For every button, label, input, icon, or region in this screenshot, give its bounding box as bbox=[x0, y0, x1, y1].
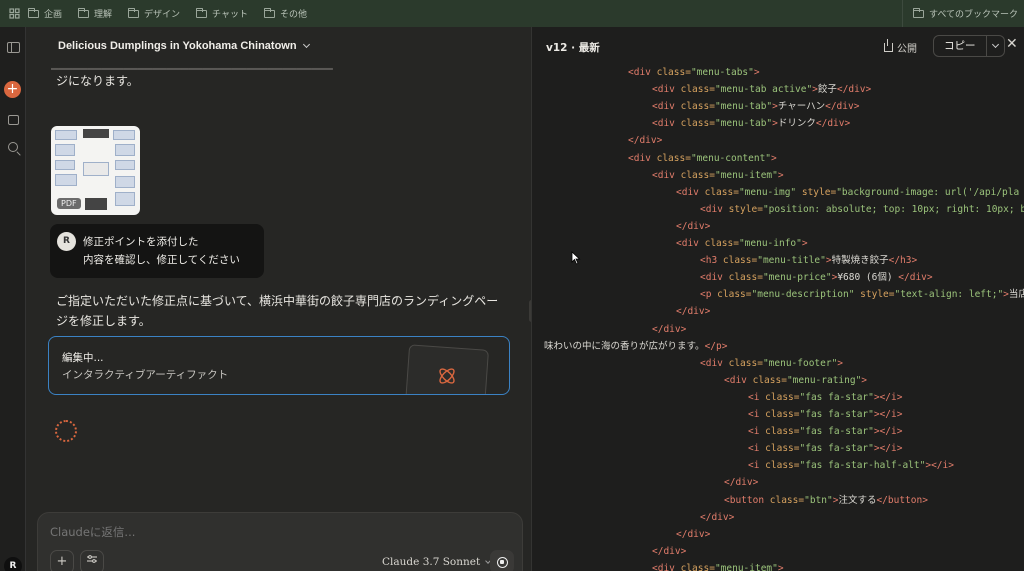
chat-title: Delicious Dumplings in Yokohama Chinatow… bbox=[58, 40, 297, 52]
bookmark-folder[interactable]: その他 bbox=[263, 7, 307, 20]
bookmark-label: チャット bbox=[212, 10, 248, 20]
folder-icon bbox=[78, 7, 90, 18]
assistant-message-line: ジを修正します。 bbox=[56, 314, 151, 328]
pdf-attachment-thumbnail[interactable]: PDF bbox=[51, 126, 140, 215]
code-line: <i class="fas fa-star-half-alt"></i> bbox=[748, 460, 954, 472]
sidebar-toggle-icon[interactable] bbox=[6, 40, 20, 54]
folder-icon bbox=[28, 7, 39, 18]
assistant-message-line: ご指定いただいた修正点に基づいて、横浜中華街の餃子専門店のランディングペー bbox=[56, 294, 499, 308]
tools-settings-button[interactable] bbox=[80, 550, 104, 571]
chevron-down-icon bbox=[302, 40, 310, 49]
code-line: <p class="menu-description" style="text-… bbox=[700, 289, 1024, 301]
user-avatar[interactable]: R bbox=[4, 557, 22, 571]
message-composer: + Claude 3.7 Sonnet bbox=[37, 512, 523, 571]
artifact-type: インタラクティブアーティファクト bbox=[62, 369, 229, 381]
artifact-status: 編集中... bbox=[62, 352, 104, 364]
code-line: <div class="menu-footer"> bbox=[700, 357, 844, 369]
mouse-cursor-icon bbox=[571, 251, 581, 265]
code-line: </div> bbox=[676, 220, 711, 232]
chat-title-menu[interactable]: Delicious Dumplings in Yokohama Chinatow… bbox=[58, 40, 310, 52]
previous-message-tail: ジになります。 bbox=[56, 74, 139, 88]
code-line: <i class="fas fa-star"></i> bbox=[748, 443, 903, 455]
code-line: <div class="menu-img" style="background-… bbox=[676, 186, 1020, 198]
code-line: </div> bbox=[628, 135, 663, 147]
code-line: <div class="menu-tabs"> bbox=[628, 67, 760, 78]
code-line: <i class="fas fa-star"></i> bbox=[748, 391, 903, 403]
left-rail: + R bbox=[0, 27, 26, 571]
avatar: R bbox=[57, 232, 76, 251]
model-name: Claude 3.7 Sonnet bbox=[382, 556, 481, 568]
assistant-message: ご指定いただいた修正点に基づいて、横浜中華街の餃子専門店のランディングペー ジを… bbox=[56, 291, 506, 331]
code-line: <div class="menu-info"> bbox=[676, 238, 808, 249]
code-line: <div class="menu-item"> bbox=[652, 562, 784, 571]
code-line: <button class="btn">注文する</button> bbox=[724, 494, 928, 506]
publish-label: 公開 bbox=[897, 44, 917, 55]
artifact-code-pane: v12 · 最新 公開 コピー ✕ <div class="menu-tabs"… bbox=[531, 27, 1024, 571]
add-attachment-button[interactable]: + bbox=[50, 550, 74, 571]
share-icon bbox=[884, 39, 893, 52]
sliders-icon bbox=[87, 555, 97, 563]
folder-icon bbox=[912, 7, 924, 18]
projects-icon[interactable] bbox=[6, 113, 20, 127]
all-bookmarks-label: すべてのブックマーク bbox=[928, 10, 1018, 20]
code-line: <i class="fas fa-star"></i> bbox=[748, 426, 903, 438]
bookmark-folder[interactable]: チャット bbox=[196, 7, 248, 20]
code-line: <div class="menu-tab">チャーハン</div> bbox=[652, 101, 860, 113]
code-line: 味わいの中に海の香りが広がります。</p> bbox=[544, 340, 728, 352]
chevron-down-icon bbox=[991, 40, 999, 49]
code-line: <div class="menu-tab">ドリンク</div> bbox=[652, 118, 851, 130]
code-line: <i class="fas fa-star"></i> bbox=[748, 409, 903, 420]
code-line: <div class="menu-price">¥680 (6個) </div> bbox=[700, 272, 933, 284]
code-line: </div> bbox=[676, 306, 711, 318]
bookmark-folder[interactable]: 理解 bbox=[78, 7, 112, 20]
user-message-line: 修正ポイントを添付した bbox=[83, 236, 199, 248]
pdf-badge: PDF bbox=[57, 198, 81, 209]
stop-icon bbox=[496, 556, 508, 568]
new-chat-button[interactable]: + bbox=[4, 81, 21, 98]
publish-button[interactable]: 公開 bbox=[884, 39, 917, 55]
bookmark-folder[interactable]: デザイン bbox=[128, 7, 180, 20]
code-line: <div class="menu-tab active">餃子</div> bbox=[652, 84, 872, 96]
reply-input[interactable] bbox=[50, 525, 470, 539]
code-line: <div class="menu-rating"> bbox=[724, 374, 868, 386]
search-icon[interactable] bbox=[6, 140, 20, 154]
bookmark-folder[interactable]: 企画 bbox=[28, 7, 62, 20]
artifact-header: v12 · 最新 公開 コピー ✕ bbox=[532, 27, 1024, 65]
folder-icon bbox=[263, 7, 275, 18]
user-message: R 修正ポイントを添付した 内容を確認し、修正してください bbox=[50, 224, 264, 278]
close-icon[interactable]: ✕ bbox=[1006, 37, 1018, 51]
copy-button[interactable]: コピー bbox=[934, 36, 986, 56]
artifact-card[interactable]: 編集中... インタラクティブアーティファクト bbox=[48, 336, 510, 395]
bookmark-label: 企画 bbox=[44, 10, 63, 20]
stop-button[interactable] bbox=[490, 550, 514, 571]
version-label[interactable]: v12 · 最新 bbox=[546, 40, 600, 55]
folder-icon bbox=[128, 7, 140, 18]
all-bookmarks-button[interactable]: すべてのブックマーク bbox=[901, 0, 1024, 27]
bookmark-label: 理解 bbox=[94, 10, 113, 20]
code-line: <div class="menu-item"> bbox=[652, 169, 784, 181]
copy-options-dropdown[interactable] bbox=[985, 36, 1004, 56]
folder-icon bbox=[196, 7, 208, 18]
code-line: </div> bbox=[676, 528, 711, 540]
code-line: <h3 class="menu-title">特製焼き餃子</h3> bbox=[700, 255, 918, 267]
model-selector[interactable]: Claude 3.7 Sonnet bbox=[382, 556, 492, 568]
bookmark-label: その他 bbox=[279, 10, 307, 20]
code-line: <div class="menu-content"> bbox=[628, 152, 777, 164]
code-line: </div> bbox=[724, 477, 759, 489]
apps-grid-icon[interactable] bbox=[0, 8, 28, 19]
copy-button-group: コピー bbox=[933, 35, 1005, 57]
code-line: </div> bbox=[652, 545, 687, 557]
code-line: <div style="position: absolute; top: 10p… bbox=[700, 203, 1024, 215]
atom-icon bbox=[439, 368, 455, 384]
user-message-line: 内容を確認し、修正してください bbox=[83, 254, 240, 266]
loading-spinner-icon bbox=[55, 420, 77, 442]
code-line: </div> bbox=[652, 323, 687, 335]
chat-pane: Delicious Dumplings in Yokohama Chinatow… bbox=[27, 27, 530, 571]
bookmark-label: デザイン bbox=[144, 10, 181, 20]
code-viewer[interactable]: <div class="menu-tabs"> <div class="menu-… bbox=[532, 64, 1024, 571]
code-line: </div> bbox=[700, 511, 735, 523]
bookmarks-bar: 企画 理解 デザイン チャット その他 すべてのブックマーク bbox=[0, 0, 1024, 27]
